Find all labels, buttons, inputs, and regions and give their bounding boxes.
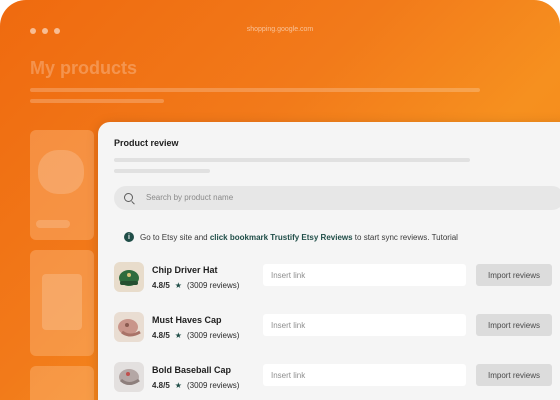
star-icon: ★ bbox=[174, 331, 182, 340]
product-rating: 4.8/5 ★ (3009 reviews) bbox=[152, 281, 239, 290]
search-input[interactable]: Search by product name bbox=[114, 186, 560, 210]
product-review-panel: Product review Search by product name i … bbox=[98, 122, 560, 400]
product-row: Must Haves Cap 4.8/5 ★ (3009 reviews) Im… bbox=[114, 312, 560, 344]
review-count: (3009 reviews) bbox=[186, 281, 240, 290]
page-title: My products bbox=[30, 58, 138, 78]
review-count: (3009 reviews) bbox=[186, 331, 240, 340]
browser-window: shopping.google.com My products Product … bbox=[0, 0, 560, 400]
product-image bbox=[114, 362, 144, 392]
skeleton-line bbox=[114, 169, 210, 173]
address-bar[interactable]: shopping.google.com bbox=[0, 26, 560, 33]
product-name: Must Haves Cap bbox=[152, 315, 222, 325]
rating-score: 4.8/5 bbox=[152, 281, 170, 290]
info-suffix[interactable]: to start sync reviews. Tutorial bbox=[355, 233, 458, 242]
product-name: Chip Driver Hat bbox=[152, 265, 218, 275]
product-name: Bold Baseball Cap bbox=[152, 365, 232, 375]
info-prefix: Go to Etsy site and bbox=[140, 232, 208, 242]
background-product-thumbnail bbox=[30, 130, 94, 240]
review-count: (3009 reviews) bbox=[186, 381, 240, 390]
product-image bbox=[114, 312, 144, 342]
background-product-thumbnail bbox=[30, 366, 94, 400]
product-image bbox=[114, 262, 144, 292]
bookmark-link[interactable]: click bookmark Trustify Etsy Reviews bbox=[210, 233, 353, 242]
product-row: Chip Driver Hat 4.8/5 ★ (3009 reviews) I… bbox=[114, 262, 560, 294]
star-icon: ★ bbox=[174, 281, 182, 290]
search-placeholder: Search by product name bbox=[146, 193, 234, 202]
info-icon: i bbox=[124, 232, 134, 242]
skeleton-line bbox=[30, 99, 164, 103]
info-message: i Go to Etsy site and click bookmark Tru… bbox=[124, 232, 458, 242]
link-input[interactable] bbox=[263, 264, 466, 286]
rating-score: 4.8/5 bbox=[152, 381, 170, 390]
star-icon: ★ bbox=[174, 381, 182, 390]
product-rating: 4.8/5 ★ (3009 reviews) bbox=[152, 381, 239, 390]
background-product-thumbnail bbox=[30, 250, 94, 356]
import-reviews-button[interactable]: Import reviews bbox=[476, 364, 552, 386]
product-rating: 4.8/5 ★ (3009 reviews) bbox=[152, 331, 239, 340]
import-reviews-button[interactable]: Import reviews bbox=[476, 264, 552, 286]
panel-title: Product review bbox=[114, 138, 179, 148]
import-reviews-button[interactable]: Import reviews bbox=[476, 314, 552, 336]
link-input[interactable] bbox=[263, 314, 466, 336]
skeleton-line bbox=[30, 88, 480, 92]
search-icon bbox=[124, 193, 133, 202]
skeleton-line bbox=[114, 158, 470, 162]
link-input[interactable] bbox=[263, 364, 466, 386]
rating-score: 4.8/5 bbox=[152, 331, 170, 340]
product-row: Bold Baseball Cap 4.8/5 ★ (3009 reviews)… bbox=[114, 362, 560, 394]
